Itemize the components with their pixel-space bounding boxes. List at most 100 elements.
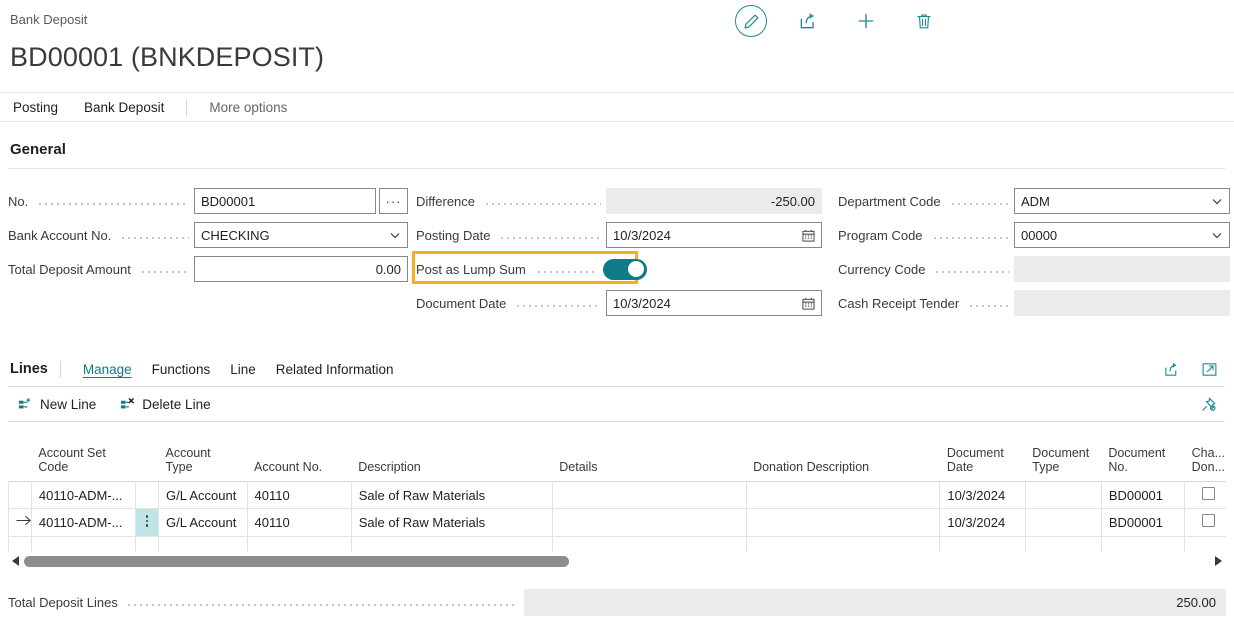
lines-tab-line[interactable]: Line — [220, 362, 266, 377]
cell-charge-donation[interactable] — [1185, 509, 1226, 537]
col-details[interactable]: Details — [552, 428, 746, 482]
col-document-date[interactable]: Document Date — [940, 428, 1025, 482]
cell-account-type[interactable]: G/L Account — [158, 482, 247, 509]
col-charge-donation[interactable]: Cha... Don... — [1185, 428, 1226, 482]
delete-line-button[interactable]: Delete Line — [106, 397, 220, 412]
cell-details[interactable] — [552, 509, 746, 537]
cell-charge-donation[interactable] — [1185, 482, 1226, 509]
cell-donation-description[interactable] — [746, 509, 940, 537]
leader-dots — [126, 596, 516, 609]
cell-account-type[interactable] — [158, 536, 247, 552]
tab-more-options[interactable]: More options — [196, 100, 300, 115]
cell-account-no[interactable]: 40110 — [247, 482, 351, 509]
cell-document-no[interactable] — [1101, 536, 1184, 552]
unpin-icon[interactable] — [1195, 392, 1221, 416]
scroll-right-arrow-icon[interactable] — [1210, 553, 1226, 569]
grid-horizontal-scrollbar[interactable] — [8, 553, 1226, 569]
checkbox[interactable] — [1202, 487, 1215, 500]
scroll-left-arrow-icon[interactable] — [8, 553, 24, 569]
scrollbar-track[interactable] — [24, 555, 1210, 567]
cell-account-no[interactable] — [247, 536, 351, 552]
row-menu-icon[interactable] — [136, 536, 159, 552]
calendar-icon[interactable] — [802, 297, 815, 310]
row-menu-icon[interactable] — [136, 482, 159, 509]
row-selector[interactable] — [9, 509, 32, 537]
trash-icon[interactable] — [907, 4, 941, 38]
col-account-set-code[interactable]: Account Set Code — [31, 428, 135, 482]
chevron-down-icon[interactable] — [1211, 229, 1223, 241]
cell-description[interactable]: Sale of Raw Materials — [351, 482, 552, 509]
scrollbar-thumb[interactable] — [24, 556, 569, 567]
cell-donation-description[interactable] — [746, 482, 940, 509]
table-row[interactable] — [9, 536, 1227, 552]
new-line-button[interactable]: New Line — [0, 397, 106, 412]
posting-date-input[interactable]: 10/3/2024 — [606, 222, 822, 248]
department-code-label: Department Code — [838, 194, 945, 209]
lines-tab-functions[interactable]: Functions — [142, 362, 221, 377]
field-post-as-lump-sum: Post as Lump Sum — [416, 252, 822, 286]
cell-document-type[interactable] — [1025, 509, 1101, 537]
cell-account-no[interactable]: 40110 — [247, 509, 351, 537]
program-code-input[interactable]: 00000 — [1014, 222, 1230, 248]
checkbox[interactable] — [1202, 514, 1215, 527]
col-document-no[interactable]: Document No. — [1101, 428, 1184, 482]
tab-bank-deposit[interactable]: Bank Deposit — [71, 100, 177, 115]
cell-description[interactable] — [351, 536, 552, 552]
cell-details[interactable] — [552, 536, 746, 552]
cell-document-date[interactable] — [940, 536, 1025, 552]
leader-dots — [484, 195, 601, 208]
cell-details[interactable] — [552, 482, 746, 509]
cell-account-set-code[interactable]: 40110-ADM-... — [31, 509, 135, 537]
cell-document-no[interactable]: BD00001 — [1101, 509, 1184, 537]
cell-account-set-code[interactable] — [31, 536, 135, 552]
share-icon[interactable] — [1158, 357, 1184, 381]
row-menu-icon[interactable] — [136, 509, 159, 537]
lines-tab-related-information[interactable]: Related Information — [266, 362, 404, 377]
row-selector[interactable] — [9, 482, 32, 509]
cell-donation-description[interactable] — [746, 536, 940, 552]
field-cash-receipt-tender: Cash Receipt Tender — [838, 286, 1230, 320]
difference-label: Difference — [416, 194, 479, 209]
no-lookup-button[interactable]: ··· — [379, 188, 408, 214]
cell-document-date[interactable]: 10/3/2024 — [940, 482, 1025, 509]
plus-icon[interactable] — [849, 4, 883, 38]
document-date-label: Document Date — [416, 296, 510, 311]
general-section-title: General — [10, 141, 66, 158]
total-deposit-amount-input[interactable]: 0.00 — [194, 256, 408, 282]
col-donation-description[interactable]: Donation Description — [746, 428, 940, 482]
department-code-input[interactable]: ADM — [1014, 188, 1230, 214]
post-as-lump-sum-toggle[interactable] — [603, 259, 647, 280]
calendar-icon[interactable] — [802, 229, 815, 242]
cell-account-set-code[interactable]: 40110-ADM-... — [31, 482, 135, 509]
chevron-down-icon[interactable] — [389, 229, 401, 241]
table-row[interactable]: 40110-ADM-... G/L Account 40110 Sale of … — [9, 482, 1227, 509]
cell-account-type[interactable]: G/L Account — [158, 509, 247, 537]
row-selector[interactable] — [9, 536, 32, 552]
cell-document-type[interactable] — [1025, 536, 1101, 552]
cell-document-date[interactable]: 10/3/2024 — [940, 509, 1025, 537]
chevron-down-icon[interactable] — [1211, 195, 1223, 207]
cell-document-no[interactable]: BD00001 — [1101, 482, 1184, 509]
no-input[interactable]: BD00001 — [194, 188, 376, 214]
col-account-type[interactable]: Account Type — [158, 428, 247, 482]
col-description[interactable]: Description — [351, 428, 552, 482]
bank-account-no-input[interactable]: CHECKING — [194, 222, 408, 248]
edit-icon[interactable] — [735, 5, 767, 37]
open-in-new-window-icon[interactable] — [1196, 357, 1222, 381]
share-icon[interactable] — [791, 4, 825, 38]
delete-line-label: Delete Line — [142, 397, 210, 412]
lines-tab-manage[interactable]: Manage — [73, 362, 142, 377]
cash-receipt-tender-value-box — [1014, 290, 1230, 316]
vertical-dots — [146, 513, 149, 529]
document-date-input[interactable]: 10/3/2024 — [606, 290, 822, 316]
cell-document-type[interactable] — [1025, 482, 1101, 509]
col-document-type[interactable]: Document Type — [1025, 428, 1101, 482]
tab-posting[interactable]: Posting — [0, 100, 71, 115]
lines-table: Account Set Code Account Type Account No… — [8, 428, 1226, 552]
table-row[interactable]: 40110-ADM-... G/L Account 40110 Sale of … — [9, 509, 1227, 537]
cell-charge-donation[interactable] — [1185, 536, 1226, 552]
col-account-no[interactable]: Account No. — [247, 428, 351, 482]
breadcrumb[interactable]: Bank Deposit — [10, 12, 87, 27]
cell-description[interactable]: Sale of Raw Materials — [351, 509, 552, 537]
col-select — [9, 428, 32, 482]
